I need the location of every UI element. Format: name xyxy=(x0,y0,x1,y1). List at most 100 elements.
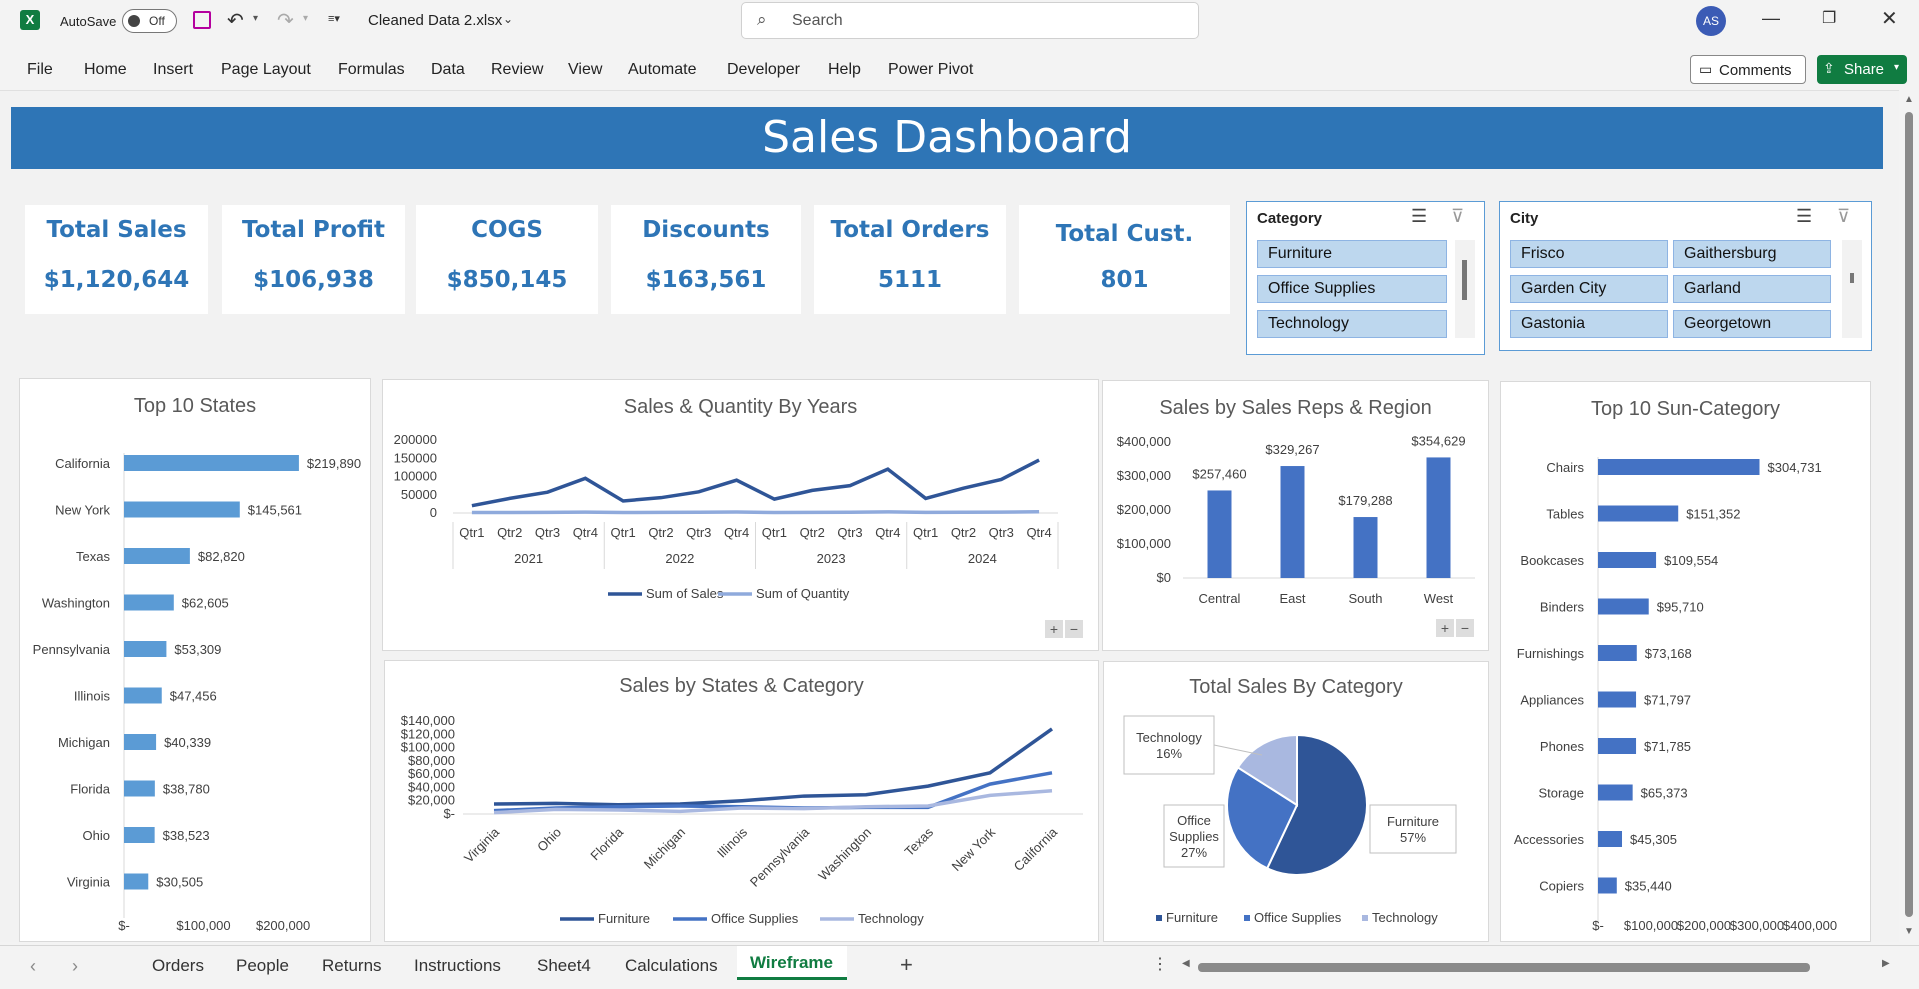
menu-insert[interactable]: Insert xyxy=(153,61,193,79)
expand-button[interactable]: + xyxy=(1045,620,1063,638)
share-button[interactable]: ⇪ Share ▾ xyxy=(1817,55,1907,84)
legend-swatch xyxy=(1362,915,1368,921)
menu-home[interactable]: Home xyxy=(84,61,127,79)
tab-returns[interactable]: Returns xyxy=(322,956,382,976)
tab-scroll-left-icon[interactable]: ‹ xyxy=(30,956,36,977)
bar xyxy=(1598,877,1617,894)
collapse-button[interactable]: − xyxy=(1456,619,1474,637)
menu-developer[interactable]: Developer xyxy=(727,61,800,79)
slicer-item-frisco[interactable]: Frisco xyxy=(1510,240,1668,268)
clear-filter-icon[interactable]: ⊽ xyxy=(1837,206,1850,227)
hscroll-right-icon[interactable]: ▶ xyxy=(1882,958,1890,969)
more-options-icon[interactable]: ⋮ xyxy=(1152,954,1168,974)
multi-select-icon[interactable]: ☰ xyxy=(1411,206,1427,227)
restore-icon[interactable]: ❐ xyxy=(1822,8,1836,28)
excel-logo-icon[interactable]: X xyxy=(20,10,40,30)
scroll-up-icon[interactable]: ▲ xyxy=(1904,94,1914,105)
customize-toolbar-icon[interactable]: ≡▾ xyxy=(328,12,340,25)
slicer-item-technology[interactable]: Technology xyxy=(1257,310,1447,338)
sales-qty-years-chart[interactable]: Sales & Quantity By Years 200000 150000 10… xyxy=(382,379,1099,651)
save-icon[interactable] xyxy=(193,11,211,29)
data-label: $40,339 xyxy=(164,735,211,750)
hscroll-left-icon[interactable]: ◀ xyxy=(1182,958,1190,969)
kpi-value: 801 xyxy=(1100,267,1149,293)
tab-orders[interactable]: Orders xyxy=(152,956,204,976)
top-states-chart[interactable]: Top 10 States California $219,890 New York… xyxy=(19,378,371,942)
y-tick-label: $- xyxy=(443,806,455,821)
quarter-label: Qtr3 xyxy=(989,525,1014,540)
clear-filter-icon[interactable]: ⊽ xyxy=(1451,206,1464,227)
category-label: New York xyxy=(55,503,110,518)
autosave-toggle[interactable]: Off xyxy=(122,9,177,33)
category-label: Copiers xyxy=(1539,879,1584,894)
sales-reps-region-chart[interactable]: Sales by Sales Reps & Region $400,000 $30… xyxy=(1102,380,1489,651)
city-slicer[interactable]: City ☰ ⊽ Frisco Gaithersburg Garden City… xyxy=(1499,201,1872,351)
filename-chevron-icon[interactable]: ⌄ xyxy=(503,12,513,26)
add-sheet-icon[interactable]: + xyxy=(900,952,913,978)
tab-sheet4[interactable]: Sheet4 xyxy=(537,956,591,976)
menu-view[interactable]: View xyxy=(568,61,602,79)
multi-select-icon[interactable]: ☰ xyxy=(1796,206,1812,227)
scrollbar-thumb[interactable] xyxy=(1905,112,1913,917)
menu-data[interactable]: Data xyxy=(431,61,465,79)
horizontal-scrollbar-thumb[interactable] xyxy=(1198,963,1810,972)
category-slicer[interactable]: Category ☰ ⊽ Furniture Office Supplies T… xyxy=(1246,201,1485,355)
slicer-scrollbar[interactable] xyxy=(1842,240,1862,338)
tab-wireframe-label: Wireframe xyxy=(750,953,833,972)
category-label: Ohio xyxy=(83,828,110,843)
tab-calculations[interactable]: Calculations xyxy=(625,956,718,976)
quarter-label: Qtr2 xyxy=(648,525,673,540)
data-label: $95,710 xyxy=(1657,600,1704,615)
vertical-scrollbar[interactable]: ▲ ▼ xyxy=(1900,92,1919,942)
category-pie-chart[interactable]: Total Sales By Category Furniture 57% Offi… xyxy=(1103,661,1489,942)
user-avatar[interactable]: AS xyxy=(1696,6,1726,36)
tab-scroll-right-icon[interactable]: › xyxy=(72,956,78,977)
category-label: Florida xyxy=(70,782,111,797)
tab-people[interactable]: People xyxy=(236,956,289,976)
slicer-item-garland[interactable]: Garland xyxy=(1673,275,1831,303)
undo-dropdown-icon[interactable]: ▾ xyxy=(253,13,258,24)
bar xyxy=(1598,598,1649,615)
category-label: California xyxy=(55,456,111,471)
menu-review[interactable]: Review xyxy=(491,61,543,79)
menu-file[interactable]: File xyxy=(27,61,53,79)
category-label: Chairs xyxy=(1546,460,1584,475)
collapse-button[interactable]: − xyxy=(1065,620,1083,638)
bar xyxy=(1598,831,1623,847)
menu-help[interactable]: Help xyxy=(828,61,861,79)
kpi-title: COGS xyxy=(471,217,543,243)
kpi-title: Total Sales xyxy=(46,217,187,243)
redo-dropdown-icon[interactable]: ▾ xyxy=(303,13,308,24)
tab-wireframe[interactable]: Wireframe xyxy=(737,946,847,980)
menu-automate[interactable]: Automate xyxy=(628,61,696,79)
states-category-chart[interactable]: Sales by States & Category $140,000 $120,… xyxy=(384,660,1099,942)
search-box[interactable]: ⌕ Search xyxy=(741,2,1199,39)
slicer-scrollbar[interactable] xyxy=(1455,240,1475,338)
top-subcategory-chart[interactable]: Top 10 Sun-Category Chairs $304,731 Tables… xyxy=(1500,381,1871,942)
slicer-item-georgetown[interactable]: Georgetown xyxy=(1673,310,1831,338)
redo-icon[interactable]: ↷ xyxy=(277,8,294,33)
slicer-item-garden-city[interactable]: Garden City xyxy=(1510,275,1668,303)
undo-icon[interactable]: ↶ xyxy=(227,8,244,33)
kpi-title: Total Cust. xyxy=(1055,221,1194,247)
minimize-icon[interactable]: — xyxy=(1762,8,1780,29)
bar xyxy=(1280,466,1305,578)
menu-formulas[interactable]: Formulas xyxy=(338,61,405,79)
close-icon[interactable]: ✕ xyxy=(1881,6,1898,31)
slicer-item-gaithersburg[interactable]: Gaithersburg xyxy=(1673,240,1831,268)
expand-button[interactable]: + xyxy=(1436,619,1454,637)
menu-power-pivot[interactable]: Power Pivot xyxy=(888,61,973,79)
comments-button[interactable]: ▭ Comments xyxy=(1690,55,1806,84)
category-label: Furnishings xyxy=(1517,646,1585,661)
scroll-down-icon[interactable]: ▼ xyxy=(1904,926,1914,937)
slicer-item-furniture[interactable]: Furniture xyxy=(1257,240,1447,268)
tab-instructions[interactable]: Instructions xyxy=(414,956,501,976)
slicer-item-office-supplies[interactable]: Office Supplies xyxy=(1257,275,1447,303)
data-label: $304,731 xyxy=(1768,460,1822,475)
menu-page-layout[interactable]: Page Layout xyxy=(221,61,311,79)
data-label: $38,523 xyxy=(163,828,210,843)
filename[interactable]: Cleaned Data 2.xlsx xyxy=(368,12,502,29)
category-label: Pennsylvania xyxy=(33,642,111,657)
kpi-total-customers: Total Cust. 801 xyxy=(1019,205,1230,314)
slicer-item-gastonia[interactable]: Gastonia xyxy=(1510,310,1668,338)
